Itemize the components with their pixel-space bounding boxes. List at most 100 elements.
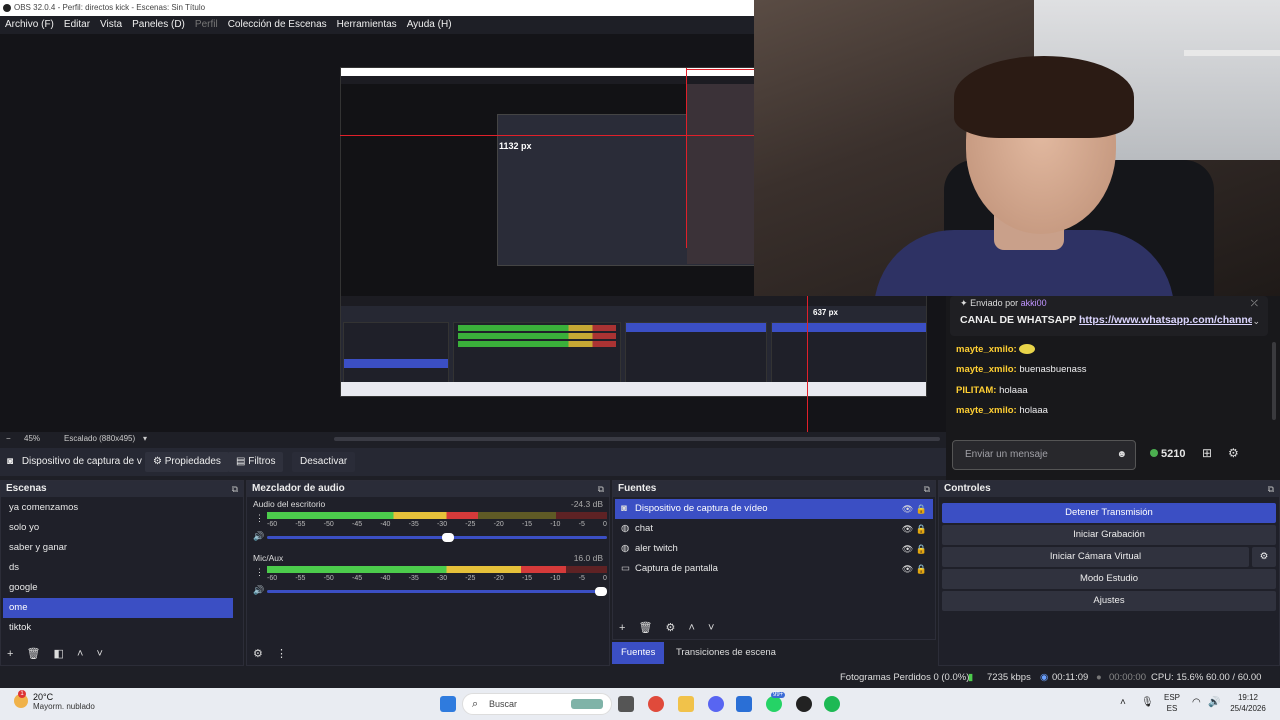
undock-icon[interactable]: ⧉ xyxy=(598,481,604,497)
undock-icon[interactable]: ⧉ xyxy=(924,481,930,497)
mixer-channel-mic: Mic/Aux 16.0 dB ⋮ -60 -55 -50 -45 -40 -35 -30-… xyxy=(247,553,609,605)
undock-icon[interactable]: ⧉ xyxy=(1268,481,1274,497)
gift-icon[interactable]: ⊞ xyxy=(1202,446,1212,460)
scene-item[interactable]: solo yo xyxy=(3,518,233,538)
start-recording-button[interactable]: Iniciar Grabación xyxy=(942,525,1276,545)
source-item[interactable]: ◍ aler twitch 👁 🔒 xyxy=(615,539,933,559)
move-up-icon[interactable]: ˄ xyxy=(688,622,694,634)
move-up-icon[interactable]: ˄ xyxy=(77,648,83,660)
whatsapp-icon[interactable] xyxy=(766,696,782,712)
mixer-menu-icon[interactable]: ⋮ xyxy=(276,648,287,660)
menu-herramientas[interactable]: Herramientas xyxy=(337,16,397,34)
scaling-dropdown-icon[interactable]: ▾ xyxy=(143,432,147,446)
speaker-icon[interactable]: 🔊 xyxy=(253,531,264,542)
zoom-out-icon[interactable]: − xyxy=(6,432,11,446)
stop-stream-button[interactable]: Detener Transmisión xyxy=(942,503,1276,523)
nested-row-selected xyxy=(772,323,926,332)
volume-icon[interactable]: 🔊 xyxy=(1208,697,1220,708)
menu-vista[interactable]: Vista xyxy=(100,16,122,34)
pinned-link[interactable]: https://www.whatsapp.com/channel/0... xyxy=(1079,314,1252,326)
virtual-camera-settings-icon[interactable]: ⚙ xyxy=(1252,547,1276,567)
chat-user[interactable]: mayte_xmilo: xyxy=(956,405,1017,416)
channel-menu-icon[interactable]: ⋮ xyxy=(255,513,264,524)
properties-button[interactable]: ⚙ Propiedades xyxy=(145,452,229,472)
remove-scene-icon[interactable]: 🗑 xyxy=(27,648,41,660)
source-item[interactable]: ◍ chat 👁 🔒 xyxy=(615,519,933,539)
menu-paneles[interactable]: Paneles (D) xyxy=(132,16,185,34)
volume-slider[interactable] xyxy=(267,587,607,596)
visibility-lock-icons[interactable]: 👁 🔒 xyxy=(902,499,927,519)
scene-item[interactable]: ds xyxy=(3,558,233,578)
source-properties-icon[interactable]: ⚙ xyxy=(666,622,676,634)
monitor-icon: ▭ xyxy=(621,563,630,574)
speaker-icon[interactable]: 🔊 xyxy=(253,585,264,596)
visibility-lock-icons[interactable]: 👁 🔒 xyxy=(902,539,927,559)
language-indicator[interactable]: ESP ES xyxy=(1160,692,1184,714)
chat-overlay: ✦ Enviado por akki00 ⤫ CANAL DE WHATSAPP… xyxy=(946,296,1280,480)
source-item-selected[interactable]: ◙ Dispositivo de captura de vídeo 👁 🔒 xyxy=(615,499,933,519)
scene-item[interactable]: saber y ganar xyxy=(3,538,233,558)
chevron-down-icon[interactable]: ⌄ xyxy=(1252,316,1260,327)
deactivate-button[interactable]: Desactivar xyxy=(292,452,356,472)
microphone-icon[interactable]: 🎙 xyxy=(1141,697,1154,708)
chat-input[interactable]: Enviar un mensaje ☻ xyxy=(952,440,1136,470)
source-item[interactable]: ▭ Captura de pantalla 👁 🔒 xyxy=(615,559,933,579)
visibility-lock-icons[interactable]: 👁 🔒 xyxy=(902,519,927,539)
pinned-message[interactable]: ✦ Enviado por akki00 ⤫ CANAL DE WHATSAPP… xyxy=(950,296,1268,336)
spotify-icon[interactable] xyxy=(824,696,840,712)
chat-scrollbar[interactable] xyxy=(1272,342,1276,420)
scene-item[interactable]: tiktok xyxy=(3,618,233,638)
taskbar-search[interactable]: ⌕ Buscar xyxy=(462,693,612,715)
studio-mode-button[interactable]: Modo Estudio xyxy=(942,569,1276,589)
wifi-icon[interactable]: ◠ xyxy=(1192,697,1201,708)
emoji-icon[interactable]: ☻ xyxy=(1116,441,1127,469)
chat-user[interactable]: PILITAM: xyxy=(956,385,996,396)
menu-editar[interactable]: Editar xyxy=(64,16,90,34)
advanced-audio-icon[interactable]: ⚙ xyxy=(253,648,263,660)
menu-perfil[interactable]: Perfil xyxy=(195,16,218,34)
tray-chevron-icon[interactable]: ˄ xyxy=(1120,697,1126,708)
nested-controls xyxy=(771,322,926,386)
menu-ayuda[interactable]: Ayuda (H) xyxy=(407,16,452,34)
add-source-icon[interactable]: + xyxy=(619,622,625,634)
add-scene-icon[interactable]: + xyxy=(7,648,13,660)
chat-user[interactable]: mayte_xmilo: xyxy=(956,364,1017,375)
scene-filters-icon[interactable]: ◧ xyxy=(54,648,64,660)
unpin-icon[interactable]: ⤫ xyxy=(1251,298,1258,309)
tab-sources[interactable]: Fuentes xyxy=(612,642,665,664)
store-icon[interactable] xyxy=(736,696,752,712)
scene-item[interactable]: ya comenzamos xyxy=(3,498,233,518)
task-view-icon[interactable] xyxy=(618,696,634,712)
tab-transitions[interactable]: Transiciones de escena xyxy=(667,642,785,664)
chat-user[interactable]: mayte_xmilo: xyxy=(956,344,1017,355)
volume-slider[interactable] xyxy=(267,533,607,542)
move-down-icon[interactable]: ˅ xyxy=(97,648,103,660)
volume-knob[interactable] xyxy=(442,533,454,542)
nested-mixer xyxy=(453,322,621,386)
menu-archivo[interactable]: Archivo (F) xyxy=(5,16,54,34)
clock[interactable]: 19:12 25/4/2026 xyxy=(1224,692,1272,714)
scene-item[interactable]: google xyxy=(3,578,233,598)
volume-knob[interactable] xyxy=(595,587,607,596)
settings-button[interactable]: Ajustes xyxy=(942,591,1276,611)
obs-icon[interactable] xyxy=(796,696,812,712)
channel-points[interactable]: 5210 xyxy=(1150,448,1185,460)
filters-button[interactable]: ▤ Filtros xyxy=(228,452,284,472)
weather-widget[interactable]: 20°C Mayorm. nublado xyxy=(33,692,153,711)
channel-menu-icon[interactable]: ⋮ xyxy=(255,567,264,578)
zoom-level: 45% xyxy=(24,434,41,443)
file-explorer-icon[interactable] xyxy=(678,696,694,712)
menu-coleccion-escenas[interactable]: Colección de Escenas xyxy=(228,16,327,34)
scene-item-selected[interactable]: ome xyxy=(3,598,233,618)
discord-icon[interactable] xyxy=(708,696,724,712)
remove-source-icon[interactable]: 🗑 xyxy=(639,622,653,634)
move-down-icon[interactable]: ˅ xyxy=(708,622,714,634)
nested-row xyxy=(626,341,766,350)
preview-scrollbar[interactable] xyxy=(334,437,940,441)
undock-icon[interactable]: ⧉ xyxy=(232,481,238,497)
chat-settings-icon[interactable]: ⚙ xyxy=(1228,446,1239,460)
windows-start-icon[interactable] xyxy=(440,696,456,712)
visibility-lock-icons[interactable]: 👁 🔒 xyxy=(902,559,927,579)
start-virtual-camera-button[interactable]: Iniciar Cámara Virtual xyxy=(942,547,1249,567)
chrome-icon[interactable] xyxy=(648,696,664,712)
